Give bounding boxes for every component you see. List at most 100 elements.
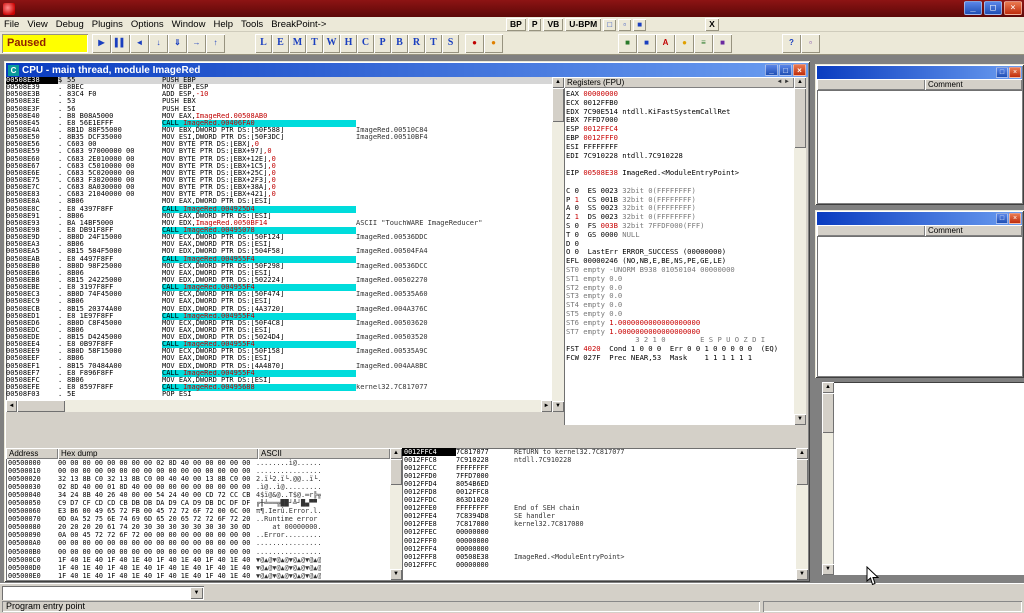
disasm-row[interactable]: 00508EEF.8B06MOV EAX,DWORD PTR DS:[ESI] [6, 355, 552, 362]
window-list-icon[interactable]: ▫ [618, 19, 631, 31]
disasm-row[interactable]: 00508E59.C683 97000000 00MOV BYTE PTR DS… [6, 148, 552, 155]
disasm-row[interactable]: 00508EE4.E8 0B97F8FFCALL ImageRed.004955… [6, 341, 552, 348]
command-input[interactable] [3, 587, 189, 599]
disasm-row[interactable]: 00508E3F.56PUSH ESI [6, 106, 552, 113]
disasm-row[interactable]: 00508E8C.E8 4397F8FFCALL ImageRed.004925… [6, 206, 552, 213]
stack-row[interactable]: 0012FFCCFFFFFFFF [402, 464, 796, 472]
registers-pane[interactable]: Registers (FPU) ◄ ► EAX 00000000ECX 0012… [564, 77, 794, 425]
side-window-2-close-button[interactable]: × [1009, 213, 1021, 224]
info-icon[interactable]: ■ [633, 19, 646, 31]
stack-row[interactable]: 0012FFC47C817077RETURN to kernel32.7C817… [402, 448, 796, 456]
stack-row[interactable]: 0012FFF800508E38ImageRed.<ModuleEntryPoi… [402, 553, 796, 561]
side-window-3-scrollbar[interactable]: ▲ ▼ [822, 382, 834, 575]
stack-row[interactable]: 0012FFEC00000000 [402, 528, 796, 536]
breakpoint-icon[interactable]: ● [465, 34, 484, 53]
run-icon[interactable]: ▶ [92, 34, 111, 53]
scroll-thumb[interactable] [552, 88, 564, 122]
ubpm-button[interactable]: U-BPM [565, 18, 601, 31]
stack-row[interactable]: 0012FFE0FFFFFFFFEnd of SEH chain [402, 504, 796, 512]
toolbar-letter-h-5[interactable]: H [340, 34, 357, 53]
dump-row[interactable]: 005000A000 00 00 00 00 00 00 00 00 00 00… [6, 539, 390, 547]
disasm-row[interactable]: 00508EF1.8B15 70484A00MOV EDX,DWORD PTR … [6, 363, 552, 370]
toolbar-letter-r-9[interactable]: R [408, 34, 425, 53]
dump-row[interactable]: 0050002032 13 8B C0 32 13 8B C0 00 40 40… [6, 475, 390, 483]
disasm-row[interactable]: 00508EBE.E8 3197F8FFCALL ImageRed.004955… [6, 284, 552, 291]
side-window-2-body[interactable] [817, 236, 1022, 376]
scroll-up-icon[interactable]: ▲ [796, 448, 808, 459]
disasm-row[interactable]: 00508E60.C683 2E010000 00MOV BYTE PTR DS… [6, 156, 552, 163]
options-list-icon[interactable]: ≡ [694, 34, 713, 53]
stack-pane[interactable]: 0012FFC47C817077RETURN to kernel32.7C817… [402, 448, 796, 580]
side-window-2-restore-button[interactable]: □ [996, 213, 1008, 224]
toolbar-letter-t-10[interactable]: T [425, 34, 442, 53]
disasm-row[interactable]: 00508E40.B8 B08A5000MOV EAX,ImageRed.005… [6, 113, 552, 120]
disasm-row[interactable]: 00508E39.8BECMOV EBP,ESP [6, 84, 552, 91]
disasm-row[interactable]: 00508F03.5EPOP ESI [6, 391, 552, 398]
disasm-row[interactable]: 00508E6E.C683 5C020000 00MOV BYTE PTR DS… [6, 170, 552, 177]
dump-row[interactable]: 0050001000 00 00 00 00 00 00 00 00 00 00… [6, 467, 390, 475]
scroll-thumb[interactable] [17, 400, 65, 412]
stack-row[interactable]: 0012FFD48054B6ED [402, 480, 796, 488]
disasm-scrollbar-vertical[interactable]: ▲ ▼ [552, 77, 564, 412]
register-line[interactable]: FCW 027F Prec NEAR,53 Mask 1 1 1 1 1 1 [566, 354, 794, 363]
dump-row[interactable]: 0050004034 24 8B 40 26 40 00 00 54 24 40… [6, 491, 390, 499]
scroll-up-icon[interactable]: ▲ [552, 77, 564, 88]
toolbar-letter-t-3[interactable]: T [306, 34, 323, 53]
dump-pane[interactable]: Address Hex dump ASCII 0050000000 00 00 … [6, 448, 390, 580]
command-combobox[interactable]: ▼ [2, 586, 204, 600]
registers-nav-icons[interactable]: ◄ ► [776, 77, 790, 88]
dump-scrollbar[interactable]: ▲ ▼ [390, 448, 402, 580]
toolbar-letter-s-11[interactable]: S [442, 34, 459, 53]
disasm-row[interactable]: 00508E3B.83C4 F0ADD ESP,-10 [6, 91, 552, 98]
toolbar-letter-p-7[interactable]: P [374, 34, 391, 53]
log-icon[interactable]: ■ [618, 34, 637, 53]
side-window-1-close-button[interactable]: × [1009, 67, 1021, 78]
scroll-down-icon[interactable]: ▼ [822, 564, 834, 575]
disasm-row[interactable]: 00508EDC.8B06MOV EAX,DWORD PTR DS:[ESI] [6, 327, 552, 334]
titlebar[interactable]: _ □ × [0, 0, 1024, 17]
disasm-row[interactable]: 00508EB0.8B0D 98F25000MOV ECX,DWORD PTR … [6, 263, 552, 270]
dump-row[interactable]: 005000900A 00 45 72 72 6F 72 00 00 00 00… [6, 531, 390, 539]
menu-button-p[interactable]: P [528, 18, 542, 31]
scroll-right-icon[interactable]: ► [541, 400, 552, 412]
combo-dropdown-icon[interactable]: ▼ [190, 587, 203, 599]
dump-row[interactable]: 0050000000 00 00 00 00 00 00 00 02 8D 40… [6, 459, 390, 467]
memory-map-icon[interactable]: ■ [713, 34, 732, 53]
tools-icon[interactable]: ▫ [801, 34, 820, 53]
minimize-button[interactable]: _ [964, 1, 982, 15]
dump-row[interactable]: 00500050C9 D7 CF CD CD CB DB DB DA D9 CA… [6, 499, 390, 507]
disasm-row[interactable]: 00508E7C.C683 8A030000 00MOV BYTE PTR DS… [6, 184, 552, 191]
menu-window[interactable]: Window [168, 18, 210, 32]
side-window-1-body[interactable] [817, 90, 1022, 203]
disasm-row[interactable]: 00508EF7.E8 F896F8FFCALL ImageRed.004955… [6, 370, 552, 377]
menu-debug[interactable]: Debug [52, 18, 88, 32]
scroll-thumb[interactable] [822, 393, 834, 433]
stack-row[interactable]: 0012FFC87C910228ntdll.7C910228 [402, 456, 796, 464]
register-line[interactable]: T 0 GS 0000 NULL [566, 231, 794, 240]
restart-icon[interactable]: ◄ [130, 34, 149, 53]
help-icon[interactable]: ? [782, 34, 801, 53]
scroll-left-icon[interactable]: ◄ [6, 400, 17, 412]
appearance-icon[interactable]: A [656, 34, 675, 53]
modules-icon[interactable]: ■ [637, 34, 656, 53]
menu-options[interactable]: Options [127, 18, 168, 32]
pause-icon[interactable]: ▌▌ [111, 34, 130, 53]
stack-row[interactable]: 0012FFFC00000000 [402, 561, 796, 569]
scroll-up-icon[interactable]: ▲ [390, 448, 402, 459]
disasm-row[interactable]: 00508E91.8B06MOV EAX,DWORD PTR DS:[ESI] [6, 213, 552, 220]
menu-plugins[interactable]: Plugins [88, 18, 127, 32]
dump-row[interactable]: 005000700D 0A 52 75 6E 74 69 6D 65 20 65… [6, 515, 390, 523]
scroll-up-icon[interactable]: ▲ [822, 382, 834, 393]
disasm-row[interactable]: 00508EA5.8B15 584F5000MOV EDX,DWORD PTR … [6, 248, 552, 255]
disasm-row[interactable]: 00508EB8.8B15 24225000MOV EDX,DWORD PTR … [6, 277, 552, 284]
disassembly-pane[interactable]: 00508E38$55PUSH EBP00508E39.8BECMOV EBP,… [6, 77, 552, 400]
cpu-close-button[interactable]: × [793, 64, 806, 76]
disasm-row[interactable]: 00508EA3.8B06MOV EAX,DWORD PTR DS:[ESI] [6, 241, 552, 248]
trace-into-icon[interactable]: → [187, 34, 206, 53]
menu-button-vb[interactable]: VB [543, 18, 563, 31]
dump-row[interactable]: 005000D01F 40 1E 40 1F 40 1E 40 1F 40 1E… [6, 564, 390, 572]
scroll-down-icon[interactable]: ▼ [794, 414, 806, 425]
scroll-down-icon[interactable]: ▼ [552, 401, 564, 412]
stack-scrollbar[interactable]: ▲ ▼ [796, 448, 808, 580]
side-window-1-titlebar[interactable]: □ × [817, 66, 1022, 79]
